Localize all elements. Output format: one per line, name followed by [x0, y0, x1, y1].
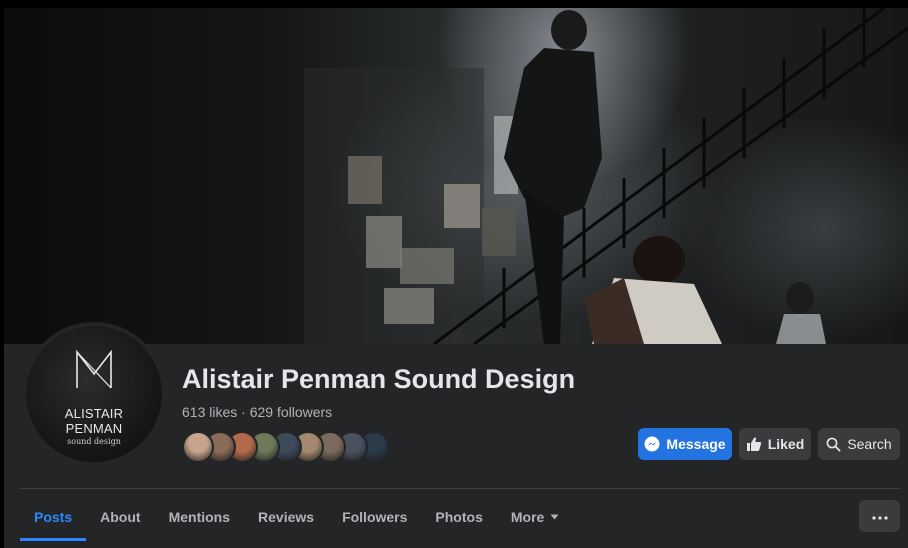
ellipsis-icon: [871, 507, 888, 525]
liked-button[interactable]: Liked: [739, 428, 811, 460]
more-options-button[interactable]: [859, 500, 900, 532]
search-button-label: Search: [847, 436, 892, 452]
search-button[interactable]: Search: [818, 428, 900, 460]
tab-more[interactable]: More: [497, 496, 573, 538]
page-title: Alistair Penman Sound Design: [182, 364, 576, 394]
cover-photo[interactable]: [4, 8, 908, 344]
tab-about[interactable]: About: [86, 496, 154, 538]
liked-button-label: Liked: [767, 436, 805, 452]
monogram-logo-icon: [76, 350, 112, 389]
tab-followers[interactable]: Followers: [328, 496, 421, 538]
search-icon: [826, 437, 841, 452]
avatar-text-line1: ALISTAIR: [64, 406, 124, 421]
thumbs-up-icon: [746, 436, 762, 452]
page-stats[interactable]: 613 likes · 629 followers: [182, 404, 332, 420]
header-divider: [20, 488, 900, 489]
page-tabs: Posts About Mentions Reviews Followers P…: [20, 496, 573, 541]
avatar-text-line2: PENMAN: [65, 421, 123, 436]
avatar-text-line3: sound design: [67, 437, 121, 446]
tab-mentions[interactable]: Mentions: [155, 496, 244, 538]
tab-reviews[interactable]: Reviews: [244, 496, 328, 538]
messenger-icon: [644, 436, 660, 452]
page-frame: ALISTAIR PENMAN sound design Alistair Pe…: [0, 0, 908, 548]
profile-avatar[interactable]: ALISTAIR PENMAN sound design: [22, 322, 166, 466]
cover-photo-scene: [304, 8, 908, 344]
message-button-label: Message: [666, 436, 726, 452]
friend-avatar[interactable]: [182, 431, 214, 463]
caret-down-icon: [550, 514, 559, 520]
message-button[interactable]: Message: [638, 428, 732, 460]
tab-posts[interactable]: Posts: [20, 496, 87, 541]
tab-photos[interactable]: Photos: [421, 496, 496, 538]
